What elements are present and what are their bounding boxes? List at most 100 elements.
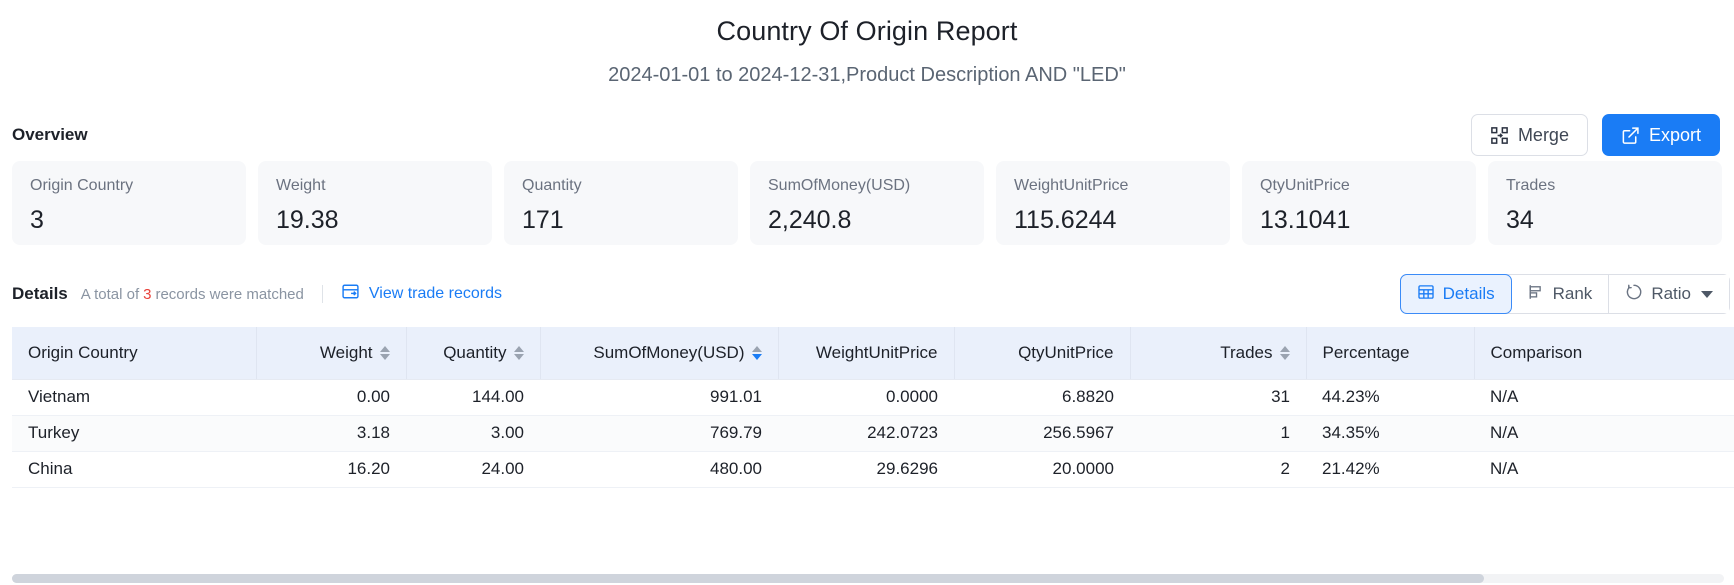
col-qty-unit-price[interactable]: QtyUnitPrice [954, 327, 1130, 379]
stat-card-weight-unit-price: WeightUnitPrice 115.6244 [996, 161, 1230, 245]
cell-sum-of-money: 480.00 [540, 451, 778, 487]
sort-icon[interactable] [380, 346, 390, 360]
stat-value: 13.1041 [1260, 206, 1458, 235]
stat-label: Origin Country [30, 177, 228, 195]
details-heading: Details [12, 284, 68, 304]
sort-icon[interactable] [514, 346, 524, 360]
cell-weight: 0.00 [256, 379, 406, 415]
stat-value: 115.6244 [1014, 206, 1212, 235]
cell-percentage: 34.35% [1306, 415, 1474, 451]
cell-origin-country: Vietnam [12, 379, 256, 415]
donut-icon [1625, 283, 1643, 306]
cell-trades: 2 [1130, 451, 1306, 487]
view-trade-records-link[interactable]: View trade records [341, 282, 502, 306]
stat-value: 171 [522, 206, 720, 235]
details-info: Details A total of3records were matched … [12, 282, 502, 306]
table-row[interactable]: Turkey 3.18 3.00 769.79 242.0723 256.596… [12, 415, 1734, 451]
table-row[interactable]: China 16.20 24.00 480.00 29.6296 20.0000… [12, 451, 1734, 487]
stat-value: 2,240.8 [768, 206, 966, 235]
stat-label: WeightUnitPrice [1014, 177, 1212, 195]
cell-qty-unit-price: 256.5967 [954, 415, 1130, 451]
stat-label: Quantity [522, 177, 720, 195]
page-subtitle: 2024-01-01 to 2024-12-31,Product Descrip… [0, 47, 1734, 87]
stat-card-weight: Weight 19.38 [258, 161, 492, 245]
col-label: Weight [320, 343, 373, 363]
col-origin-country[interactable]: Origin Country [12, 327, 256, 379]
details-bar: Details A total of3records were matched … [0, 273, 1734, 315]
cell-comparison: N/A [1474, 415, 1734, 451]
cell-qty-unit-price: 20.0000 [954, 451, 1130, 487]
cell-comparison: N/A [1474, 379, 1734, 415]
overview-bar: Overview Merge [0, 113, 1734, 157]
divider [322, 285, 323, 303]
sort-icon-active[interactable] [752, 346, 762, 360]
cell-quantity: 144.00 [406, 379, 540, 415]
stat-card-sum-of-money: SumOfMoney(USD) 2,240.8 [750, 161, 984, 245]
details-table: Origin Country Weight Quantity [12, 327, 1734, 488]
col-label: Quantity [443, 343, 506, 363]
table-head: Origin Country Weight Quantity [12, 327, 1734, 379]
stat-value: 34 [1506, 206, 1704, 235]
tab-rank[interactable]: Rank [1511, 275, 1610, 313]
col-label: Trades [1220, 343, 1272, 363]
tab-details[interactable]: Details [1400, 274, 1512, 314]
overview-cards: Origin Country 3 Weight 19.38 Quantity 1… [0, 161, 1734, 245]
cell-weight-unit-price: 0.0000 [778, 379, 954, 415]
col-percentage[interactable]: Percentage [1306, 327, 1474, 379]
view-mode-toggle: Details Rank [1400, 274, 1730, 314]
details-meta-prefix: A total of [81, 286, 139, 303]
col-comparison[interactable]: Comparison [1474, 327, 1734, 379]
details-record-count: 3 [143, 286, 151, 303]
chevron-down-icon [1701, 291, 1713, 298]
col-weight[interactable]: Weight [256, 327, 406, 379]
cell-quantity: 24.00 [406, 451, 540, 487]
table-row[interactable]: Vietnam 0.00 144.00 991.01 0.0000 6.8820… [12, 379, 1734, 415]
cell-sum-of-money: 769.79 [540, 415, 778, 451]
records-icon [341, 282, 360, 306]
cell-sum-of-money: 991.01 [540, 379, 778, 415]
col-trades[interactable]: Trades [1130, 327, 1306, 379]
cell-trades: 1 [1130, 415, 1306, 451]
cell-weight-unit-price: 29.6296 [778, 451, 954, 487]
merge-label: Merge [1518, 125, 1569, 146]
export-label: Export [1649, 125, 1701, 146]
rank-icon [1527, 283, 1545, 306]
cell-weight: 16.20 [256, 451, 406, 487]
sort-icon[interactable] [1280, 346, 1290, 360]
table-icon [1417, 283, 1435, 306]
details-table-wrap: Origin Country Weight Quantity [0, 327, 1734, 488]
tab-ratio-label: Ratio [1651, 284, 1691, 304]
col-sum-of-money[interactable]: SumOfMoney(USD) [540, 327, 778, 379]
cell-origin-country: China [12, 451, 256, 487]
details-match-text: A total of3records were matched [81, 286, 304, 303]
cell-origin-country: Turkey [12, 415, 256, 451]
merge-button[interactable]: Merge [1471, 114, 1588, 156]
table-header-row: Origin Country Weight Quantity [12, 327, 1734, 379]
stat-card-qty-unit-price: QtyUnitPrice 13.1041 [1242, 161, 1476, 245]
overview-actions: Merge Export [1471, 114, 1720, 156]
cell-qty-unit-price: 6.8820 [954, 379, 1130, 415]
col-label: QtyUnitPrice [1018, 343, 1113, 363]
export-icon [1621, 126, 1640, 145]
cell-comparison: N/A [1474, 451, 1734, 487]
stat-label: Weight [276, 177, 474, 195]
report-page: Country Of Origin Report 2024-01-01 to 2… [0, 0, 1734, 585]
cell-quantity: 3.00 [406, 415, 540, 451]
cell-weight-unit-price: 242.0723 [778, 415, 954, 451]
cell-percentage: 21.42% [1306, 451, 1474, 487]
export-button[interactable]: Export [1602, 114, 1720, 156]
col-label: Comparison [1491, 343, 1583, 363]
col-weight-unit-price[interactable]: WeightUnitPrice [778, 327, 954, 379]
horizontal-scrollbar[interactable] [12, 574, 1724, 583]
col-quantity[interactable]: Quantity [406, 327, 540, 379]
col-label: WeightUnitPrice [816, 343, 938, 363]
tab-ratio[interactable]: Ratio [1609, 275, 1729, 313]
cell-weight: 3.18 [256, 415, 406, 451]
stat-label: SumOfMoney(USD) [768, 177, 966, 195]
stat-card-quantity: Quantity 171 [504, 161, 738, 245]
view-trade-records-label: View trade records [369, 285, 502, 303]
stat-value: 3 [30, 206, 228, 235]
scrollbar-thumb[interactable] [12, 574, 1484, 583]
page-title: Country Of Origin Report [0, 0, 1734, 47]
col-label: Percentage [1323, 343, 1410, 363]
